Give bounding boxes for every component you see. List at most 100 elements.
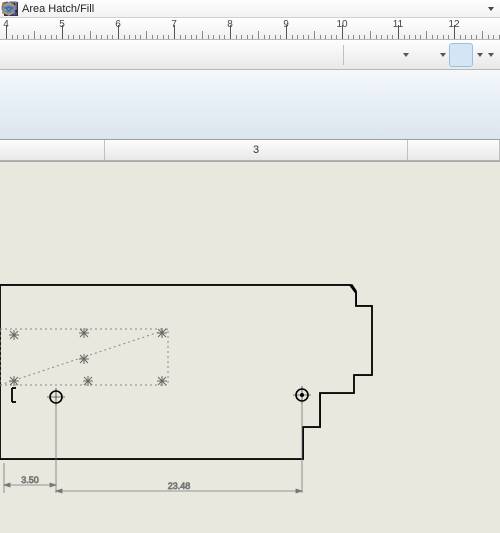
- dropdown-arrow[interactable]: [403, 53, 409, 57]
- ruler-tick-minor: [471, 35, 472, 39]
- ruler-tick-minor: [269, 35, 270, 39]
- sketch-point: [79, 328, 89, 338]
- sketch-point: [83, 376, 93, 386]
- dropdown-arrow[interactable]: [477, 53, 483, 57]
- drawing-canvas[interactable]: 3.50 23.48: [0, 163, 500, 524]
- ruler-tick-minor: [387, 35, 388, 39]
- column-header-cell[interactable]: [408, 140, 500, 160]
- ruler-tick-minor: [56, 35, 57, 39]
- zoom-window-icon[interactable]: [237, 44, 259, 66]
- column-header-cell[interactable]: [0, 140, 105, 160]
- ruler-tick-minor: [292, 35, 293, 39]
- ruler-label: 4: [3, 19, 9, 30]
- display-style-icon[interactable]: [413, 44, 435, 66]
- ruler-tick-minor: [224, 35, 225, 39]
- ruler-tick-minor: [359, 35, 360, 39]
- section-icon[interactable]: [376, 44, 398, 66]
- column-header: 3: [0, 140, 500, 161]
- ruler-tick-minor: [336, 35, 337, 39]
- ruler-tick-minor: [432, 35, 433, 39]
- ruler-tick-minor: [40, 35, 41, 39]
- ruler-tick-minor: [415, 35, 416, 39]
- ruler-label: 9: [283, 19, 289, 30]
- ruler-tick-minor: [152, 35, 153, 39]
- ruler-tick-minor: [308, 35, 309, 39]
- ruler-tick-minor: [163, 35, 164, 39]
- ruler-tick-minor: [140, 35, 141, 39]
- ruler-label: 6: [115, 19, 121, 30]
- ruler-tick-minor: [202, 31, 203, 39]
- ruler-tick-minor: [51, 35, 52, 39]
- ruler-tick-minor: [185, 35, 186, 39]
- ruler-tick-minor: [303, 35, 304, 39]
- ruler-tick-minor: [476, 35, 477, 39]
- ruler-tick-minor: [437, 35, 438, 39]
- ruler-tick-minor: [493, 35, 494, 39]
- tool-dropdown-arrow[interactable]: [488, 7, 494, 11]
- dropdown-arrow[interactable]: [440, 53, 446, 57]
- ruler-tick-minor: [460, 35, 461, 39]
- ruler-tick-minor: [73, 35, 74, 39]
- sketch-point: [79, 354, 89, 364]
- view-background-strip: [0, 70, 500, 140]
- ruler-tick-minor: [34, 31, 35, 39]
- ruler-tick-minor: [241, 35, 242, 39]
- ruler-tick-minor: [17, 35, 18, 39]
- visibility-icon[interactable]: [450, 44, 472, 66]
- ruler-tick-minor: [124, 35, 125, 39]
- ruler-tick-minor: [68, 35, 69, 39]
- ruler-tick-minor: [370, 31, 371, 39]
- ruler-tick-minor: [331, 35, 332, 39]
- dropdown-arrow[interactable]: [488, 53, 494, 57]
- zoom-previous-icon[interactable]: [315, 44, 337, 66]
- tool-row: Area Hatch/Fill: [0, 0, 500, 18]
- horizontal-ruler: 45678910111213: [0, 18, 500, 40]
- ruler-tick-minor: [79, 35, 80, 39]
- ruler-tick-minor: [426, 31, 427, 39]
- ruler-tick-minor: [107, 35, 108, 39]
- ruler-tick-minor: [219, 35, 220, 39]
- ruler-tick-minor: [297, 35, 298, 39]
- ruler-label: 11: [393, 19, 403, 30]
- sketch-point: [9, 330, 19, 340]
- ruler-tick-minor: [135, 35, 136, 39]
- ruler-tick-minor: [90, 31, 91, 39]
- ruler-label: 5: [59, 19, 65, 30]
- ruler-tick-minor: [208, 35, 209, 39]
- ruler-tick-minor: [488, 35, 489, 39]
- ruler-tick-minor: [213, 35, 214, 39]
- ruler-tick-minor: [28, 35, 29, 39]
- zoom-icon[interactable]: [289, 44, 311, 66]
- ruler-tick-minor: [196, 35, 197, 39]
- ruler-tick-minor: [264, 35, 265, 39]
- zoom-extents-icon[interactable]: [263, 44, 285, 66]
- ruler-tick-minor: [23, 35, 24, 39]
- ruler-tick-minor: [191, 35, 192, 39]
- ruler-tick-minor: [353, 35, 354, 39]
- ruler-tick-minor: [348, 35, 349, 39]
- ruler-tick-minor: [180, 35, 181, 39]
- view-toolbar: [0, 40, 500, 70]
- ruler-tick-minor: [112, 35, 113, 39]
- ruler-tick-minor: [409, 35, 410, 39]
- ruler-tick-minor: [275, 35, 276, 39]
- sketch-point: [9, 376, 19, 386]
- ruler-tick-minor: [392, 35, 393, 39]
- tool-label: Area Hatch/Fill: [22, 3, 94, 15]
- ruler-tick-minor: [443, 35, 444, 39]
- ruler-tick-minor: [258, 31, 259, 39]
- rotate-icon[interactable]: [350, 44, 372, 66]
- ruler-tick-minor: [381, 35, 382, 39]
- ruler-label: 10: [336, 19, 347, 30]
- toolbar-separator: [343, 45, 344, 65]
- ruler-tick-minor: [96, 35, 97, 39]
- ruler-tick-minor: [325, 35, 326, 39]
- ruler-tick-minor: [252, 35, 253, 39]
- ruler-tick-minor: [129, 35, 130, 39]
- ruler-tick-minor: [236, 35, 237, 39]
- ruler-tick-minor: [84, 35, 85, 39]
- column-header-cell[interactable]: 3: [105, 140, 408, 160]
- ruler-tick-minor: [376, 35, 377, 39]
- ruler-tick-minor: [465, 35, 466, 39]
- dim-23-48: 23.48: [168, 481, 191, 491]
